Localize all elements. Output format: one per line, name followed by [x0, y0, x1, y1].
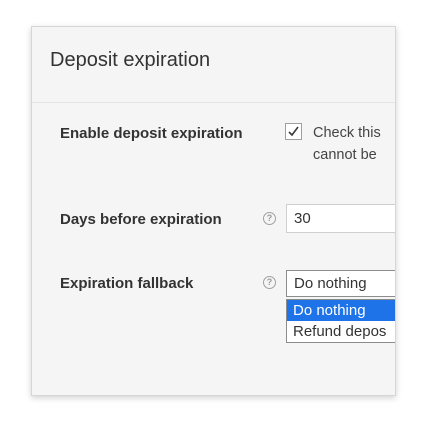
expiration-fallback-dropdown: Do nothing Refund depos [286, 299, 395, 343]
description-line-2: cannot be [313, 147, 377, 163]
expiration-fallback-select[interactable]: Do nothing [286, 270, 395, 297]
title-divider [32, 102, 395, 103]
description-line-1: Check this [313, 125, 381, 141]
checkmark-icon [288, 126, 299, 137]
option-do-nothing[interactable]: Do nothing [287, 300, 395, 321]
enable-expiration-description: Check this cannot be [313, 122, 381, 166]
enable-expiration-label: Enable deposit expiration [60, 125, 243, 142]
fallback-help-icon[interactable]: ? [263, 276, 276, 289]
enable-expiration-checkbox[interactable] [285, 123, 302, 140]
deposit-expiration-panel: Deposit expiration Enable deposit expira… [31, 26, 396, 396]
expiration-fallback-label: Expiration fallback [60, 275, 194, 292]
days-before-expiration-label: Days before expiration [60, 211, 222, 228]
panel-title: Deposit expiration [50, 49, 211, 71]
days-before-expiration-input[interactable] [286, 204, 395, 233]
days-help-icon[interactable]: ? [263, 212, 276, 225]
option-refund-deposit[interactable]: Refund depos [287, 321, 395, 342]
